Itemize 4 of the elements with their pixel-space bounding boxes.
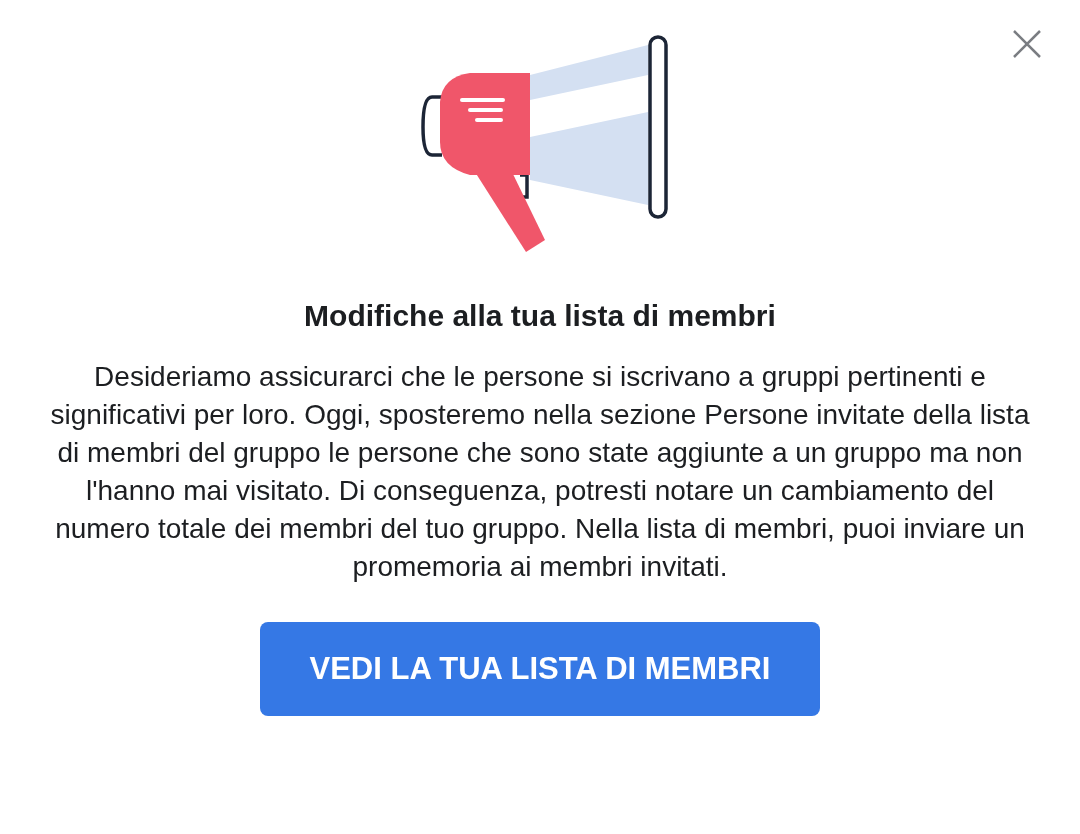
dialog-title: Modifiche alla tua lista di membri <box>304 298 776 334</box>
view-members-button[interactable]: VEDI LA TUA LISTA DI MEMBRI <box>260 622 820 716</box>
dialog-body: Desideriamo assicurarci che le persone si iscrivano a gruppi pertinenti e significativi per loro. Oggi, sposteremo nella sezione Persone invitate della lista di membri del gruppo le persone che sono state aggiunte a un gruppo ma non l'hanno mai visitato. Di conseguenza, potresti notare un cambiamento del numero totale dei membri del tuo gruppo. Nella lista di membri, puoi inviare un promemoria ai membri invitati. <box>49 360 1031 584</box>
close-icon[interactable] <box>1012 29 1042 59</box>
